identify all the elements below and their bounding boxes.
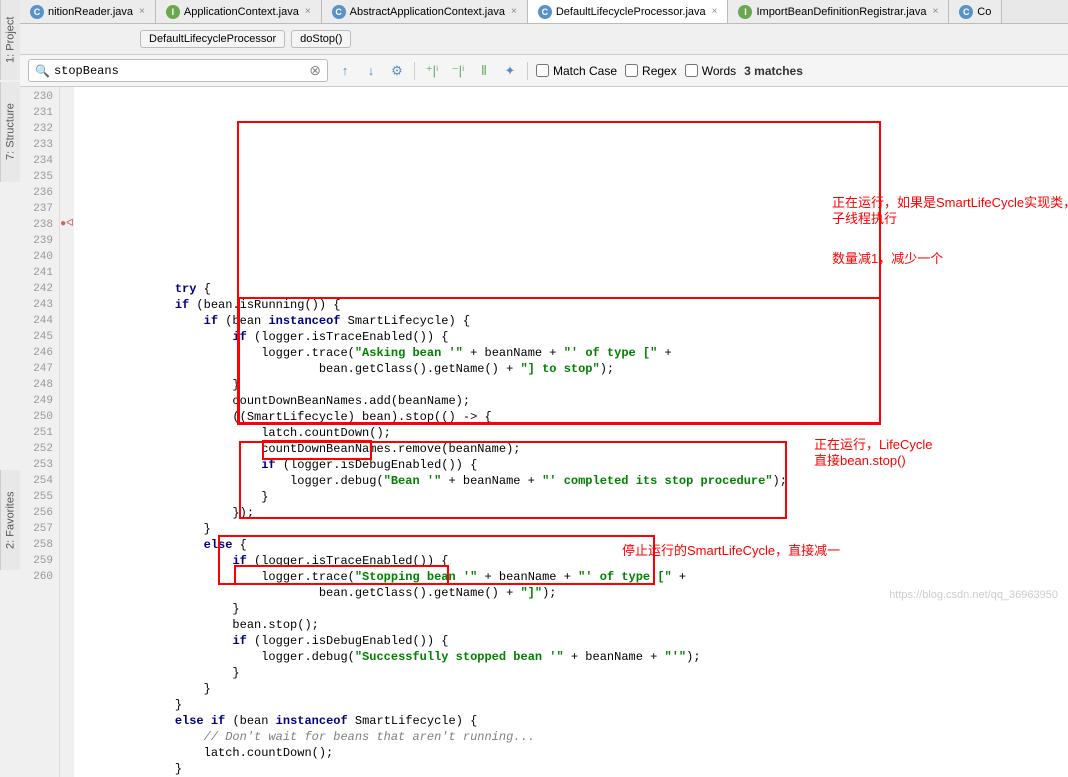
regex-checkbox[interactable]: Regex [625,64,677,78]
sidetab-favorites[interactable]: 2: Favorites [0,470,20,570]
line-number-gutter: 2302312322332342352362372382392402412422… [20,87,60,777]
watermark: https://blog.csdn.net/qq_36963950 [889,589,1058,601]
close-icon[interactable]: × [305,6,311,17]
java-class-icon: C [538,5,552,19]
close-icon[interactable]: × [511,6,517,17]
search-input[interactable] [54,64,309,78]
code-editor[interactable]: 2302312322332342352362372382392402412422… [20,87,1068,777]
marker-gutter: ●ᐊ [60,87,74,777]
remove-selection-button[interactable]: ⁻|ⁱ [449,62,467,80]
words-checkbox[interactable]: Words [685,64,736,78]
java-interface-icon: I [738,5,752,19]
close-icon[interactable]: × [139,6,145,17]
clear-icon[interactable]: ⊗ [309,62,321,79]
add-selection-button[interactable]: ⁺|ⁱ [423,62,441,80]
tab-nitionreader[interactable]: CnitionReader.java× [20,0,156,23]
match-case-checkbox[interactable]: Match Case [536,64,617,78]
annotation-text-3: 正在运行，LifeCycle直接bean.stop() [814,437,932,469]
search-bar: 🔍 ⊗ ↑ ↓ ⚙ ⁺|ⁱ ⁻|ⁱ ⫴ ✦ Match Case Regex W… [20,54,1068,87]
search-settings-button[interactable]: ⚙ [388,62,406,80]
tab-defaultlifecycleprocessor[interactable]: CDefaultLifecycleProcessor.java× [528,0,729,23]
breadcrumb-class[interactable]: DefaultLifecycleProcessor [140,30,285,48]
java-class-icon: C [332,5,346,19]
close-icon[interactable]: × [932,6,938,17]
breadcrumb: DefaultLifecycleProcessor doStop() [20,24,1068,54]
annotation-text-1: 正在运行，如果是SmartLifeCycle实现类，子线程执行 [832,195,1068,227]
tab-abstractapplicationcontext[interactable]: CAbstractApplicationContext.java× [322,0,528,23]
match-count: 3 matches [744,64,803,78]
breadcrumb-method[interactable]: doStop() [291,30,351,48]
java-class-icon: C [30,5,44,19]
sidetab-structure[interactable]: 7: Structure [0,82,20,182]
search-icon: 🔍 [35,64,50,78]
annotation-text-2: 数量减1，减少一个 [832,251,943,267]
sidetab-project[interactable]: 1: Project [0,0,20,80]
select-all-button[interactable]: ⫴ [475,62,493,80]
prev-match-button[interactable]: ↑ [336,62,354,80]
java-interface-icon: I [166,5,180,19]
tab-importbeandefinitionregistrar[interactable]: IImportBeanDefinitionRegistrar.java× [728,0,949,23]
annotation-text-4: 停止运行的SmartLifeCycle，直接减一 [622,543,840,559]
next-match-button[interactable]: ↓ [362,62,380,80]
filter-button[interactable]: ✦ [501,62,519,80]
search-input-wrap: 🔍 ⊗ [28,59,328,82]
code-area[interactable]: 正在运行，如果是SmartLifeCycle实现类，子线程执行 数量减1，减少一… [74,87,1068,777]
editor-tabs: CnitionReader.java× IApplicationContext.… [20,0,1068,24]
tab-overflow[interactable]: CCo [949,0,1002,23]
close-icon[interactable]: × [712,6,718,17]
tab-applicationcontext[interactable]: IApplicationContext.java× [156,0,322,23]
java-class-icon: C [959,5,973,19]
